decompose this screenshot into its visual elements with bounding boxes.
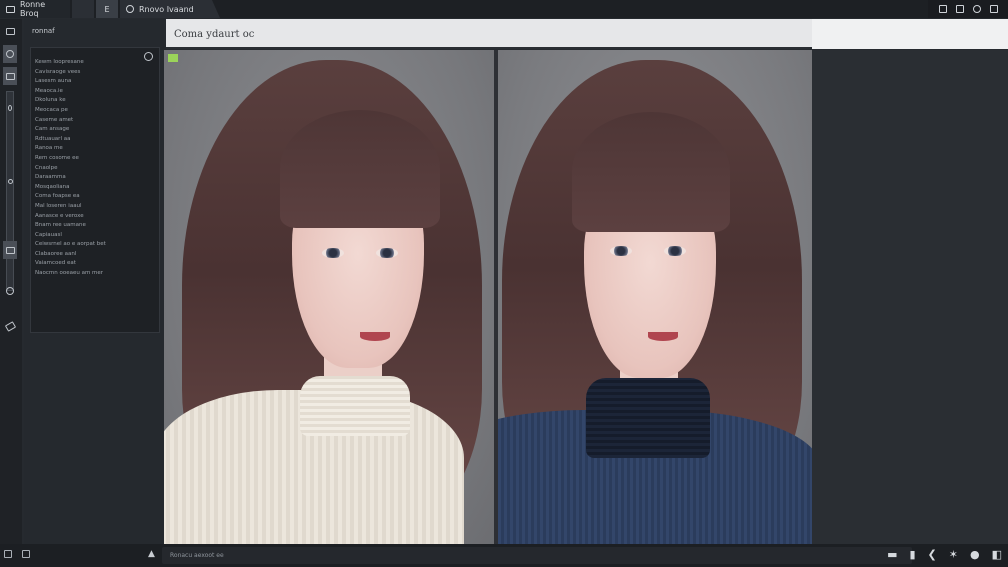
list-item[interactable]: Coma foapse ea bbox=[35, 192, 145, 202]
tab-3[interactable]: E bbox=[96, 0, 118, 18]
menu-button[interactable] bbox=[3, 28, 17, 35]
portrait-eye-left bbox=[610, 246, 632, 256]
eraser-icon bbox=[4, 321, 16, 332]
page-title: Coma ydaurt oc bbox=[174, 29, 255, 40]
toolbar-scrollbar[interactable] bbox=[6, 91, 14, 291]
panel-list: Kewm loopresane Cavisraoge vees Lasesm a… bbox=[35, 58, 145, 279]
list-item[interactable]: Daraamma bbox=[35, 173, 145, 183]
list-item[interactable]: Cam ansage bbox=[35, 125, 145, 135]
list-item[interactable]: Mal loseren iaaul bbox=[35, 202, 145, 212]
list-item[interactable]: Kewm loopresane bbox=[35, 58, 145, 68]
list-item[interactable]: Bnam ree uamane bbox=[35, 221, 145, 231]
portrait-eye-right bbox=[664, 246, 686, 256]
tab-4[interactable]: Rnovo Ivaand bbox=[120, 0, 220, 18]
image-right[interactable] bbox=[498, 50, 812, 544]
inspector-panel bbox=[812, 50, 1008, 544]
list-item[interactable]: Capiauasl bbox=[35, 231, 145, 241]
star-icon[interactable]: ✶ bbox=[949, 548, 958, 562]
stop-icon[interactable]: ▮ bbox=[909, 548, 915, 562]
list-item[interactable]: Dkoluna ke bbox=[35, 96, 145, 106]
brush-button[interactable] bbox=[3, 105, 17, 111]
list-item[interactable]: Rdtuauarl aa bbox=[35, 135, 145, 145]
list-item[interactable]: Lasesm auna bbox=[35, 77, 145, 87]
restore-icon[interactable] bbox=[989, 5, 998, 13]
close-icon[interactable] bbox=[144, 52, 153, 61]
portrait-bangs bbox=[280, 110, 440, 228]
tab-bar: Ronne Broq E Rnovo Ivaand bbox=[0, 0, 1008, 18]
portrait-collar bbox=[300, 376, 410, 436]
list-item[interactable]: Mosqaoliana bbox=[35, 183, 145, 193]
list-item[interactable]: Ceiwsrnel ao e aorpat bet bbox=[35, 240, 145, 250]
grid-icon[interactable] bbox=[4, 550, 12, 558]
back-icon[interactable]: ❮ bbox=[928, 548, 937, 562]
list-item[interactable]: Meaoca.ie bbox=[35, 87, 145, 97]
title-bar-end bbox=[812, 19, 1008, 49]
list-item[interactable]: Aanasce e veroxe bbox=[35, 212, 145, 222]
tab-2[interactable] bbox=[72, 0, 94, 18]
portrait-eye-left bbox=[322, 248, 344, 258]
tab-favicon-icon bbox=[126, 5, 134, 13]
portrait-mouth bbox=[360, 332, 390, 341]
status-left bbox=[4, 550, 30, 558]
folder-icon bbox=[5, 72, 15, 80]
panel-box: Kewm loopresane Cavisraoge vees Lasesm a… bbox=[30, 47, 160, 333]
portrait-collar bbox=[586, 378, 710, 458]
pointer-button[interactable] bbox=[3, 179, 17, 184]
minus-icon[interactable]: ▬ bbox=[887, 548, 897, 562]
list-item[interactable]: Cnaolpe bbox=[35, 164, 145, 174]
pointer-icon bbox=[7, 179, 13, 184]
list-item[interactable]: Rem cosome ee bbox=[35, 154, 145, 164]
window-controls bbox=[928, 0, 1008, 18]
window-icon bbox=[6, 5, 15, 13]
panel-label: ronnaf bbox=[32, 27, 55, 35]
frame-icon bbox=[5, 246, 15, 254]
list-item[interactable]: Caseme amet bbox=[35, 116, 145, 126]
split-icon[interactable]: ◧ bbox=[992, 548, 1002, 562]
image-viewer[interactable] bbox=[164, 50, 812, 544]
link-icon[interactable] bbox=[972, 5, 981, 13]
settings-button[interactable] bbox=[3, 287, 17, 295]
list-item[interactable]: Clabaoree aanl bbox=[35, 250, 145, 260]
copy-icon[interactable] bbox=[955, 5, 964, 13]
portrait-eye-right bbox=[376, 248, 398, 258]
layers-icon bbox=[6, 50, 14, 58]
list-item[interactable]: Ranoa me bbox=[35, 144, 145, 154]
list-item[interactable]: Meocaca pe bbox=[35, 106, 145, 116]
portrait-mouth bbox=[648, 332, 678, 341]
new-tab-icon[interactable] bbox=[938, 5, 947, 13]
side-panel: ronnaf Kewm loopresane Cavisraoge vees L… bbox=[24, 19, 164, 544]
tab-1[interactable]: Ronne Broq bbox=[0, 0, 70, 18]
left-toolbar bbox=[0, 19, 22, 544]
list-item[interactable]: Cavisraoge vees bbox=[35, 68, 145, 78]
folder-button[interactable] bbox=[3, 67, 17, 85]
expand-button[interactable]: ▲ bbox=[148, 549, 155, 559]
eraser-button[interactable] bbox=[3, 321, 17, 332]
portrait-bangs bbox=[572, 112, 730, 232]
brush-icon bbox=[8, 105, 12, 111]
tab-3-label: E bbox=[104, 4, 110, 14]
record-icon[interactable]: ● bbox=[970, 548, 980, 562]
frame-button[interactable] bbox=[3, 241, 17, 259]
layout-icon[interactable] bbox=[22, 550, 30, 558]
status-text: Ronacu aexoot ee bbox=[170, 552, 224, 559]
menu-icon bbox=[5, 28, 15, 35]
status-field bbox=[162, 547, 912, 564]
list-item[interactable]: Naocmn ooeaeu am mer bbox=[35, 269, 145, 279]
status-bar: ▲ Ronacu aexoot ee ▬ ▮ ❮ ✶ ● ◧ bbox=[0, 544, 1008, 567]
image-left[interactable] bbox=[164, 50, 494, 544]
list-item[interactable]: Vaiamcoed eat bbox=[35, 259, 145, 269]
tab-4-label: Rnovo Ivaand bbox=[139, 4, 194, 14]
layers-button[interactable] bbox=[3, 45, 17, 63]
gear-icon bbox=[6, 287, 14, 295]
status-right: ▬ ▮ ❮ ✶ ● ◧ bbox=[887, 548, 1002, 562]
tab-1-label: Ronne Broq bbox=[20, 0, 46, 18]
title-bar[interactable]: Coma ydaurt oc bbox=[166, 19, 1008, 49]
status-badge bbox=[168, 54, 178, 62]
